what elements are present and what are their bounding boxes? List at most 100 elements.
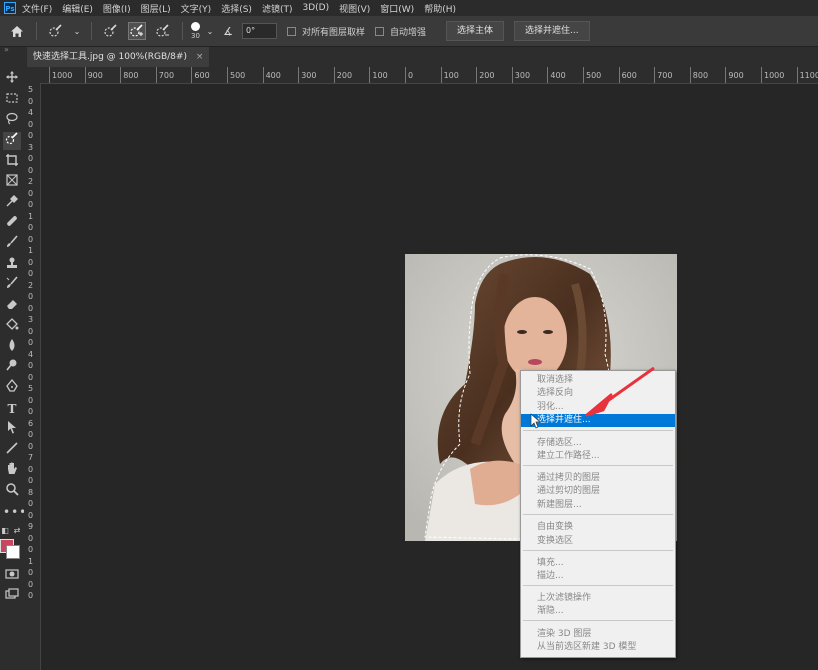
add-to-selection-icon[interactable] (128, 22, 146, 40)
sample-all-layers-checkbox[interactable]: 对所有图层取样 (287, 25, 365, 38)
ruler-tick-label: 0 (28, 131, 34, 140)
history-brush-icon[interactable] (3, 276, 21, 294)
more-tools-icon[interactable]: ••• (3, 503, 26, 521)
subtract-from-selection-icon[interactable] (154, 22, 172, 40)
menu-view[interactable]: 视图(V) (339, 2, 370, 15)
context-menu-item[interactable]: 渲染 3D 图层 (521, 628, 675, 641)
context-menu-item[interactable]: 取消选择 (521, 374, 675, 387)
ruler-tick-label: 600 (621, 71, 637, 80)
checkbox-box[interactable] (287, 26, 296, 36)
ruler-tick-label: 0 (28, 119, 34, 129)
brush-size-value: 30 (191, 32, 200, 40)
document-tab[interactable]: 快速选择工具.jpg @ 100%(RGB/8#) × (27, 47, 210, 67)
brush-tool-icon[interactable] (3, 235, 21, 253)
ruler-tick-label: 5 (28, 384, 34, 393)
blur-tool-icon[interactable] (3, 338, 21, 356)
collapse-panels-icon[interactable]: » (4, 45, 9, 54)
ruler-tick-label: 700 (657, 71, 673, 80)
context-menu-item[interactable]: 通过剪切的图层 (521, 485, 675, 498)
context-menu-item[interactable]: 建立工作路径... (521, 450, 675, 463)
healing-brush-icon[interactable] (3, 214, 21, 232)
ruler-tick-mark (689, 67, 691, 83)
select-and-mask-button[interactable]: 选择并遮住... (514, 21, 590, 41)
ruler-tick-label: 900 (87, 71, 103, 80)
clone-stamp-icon[interactable] (3, 256, 21, 274)
context-menu-item[interactable]: 上次滤镜操作 (521, 592, 675, 605)
menu-type[interactable]: 文字(Y) (181, 2, 212, 15)
menu-image[interactable]: 图像(I) (103, 2, 131, 15)
move-tool-icon[interactable] (3, 70, 21, 88)
ruler-tick-mark (155, 67, 157, 83)
ruler-tick-label: 1000 (764, 71, 785, 80)
vertical-ruler[interactable]: 5 0 4 0 0 3 0 0 2 0 0 1 0 0 1 0 0 2 0 0 3 0 0 4 0 0 5 0 0 6 0 0 7 0 0 8 0 0 9 0… (24, 83, 41, 670)
chevron-down-icon[interactable]: ⌄ (73, 22, 81, 40)
line-tool-icon[interactable] (3, 441, 21, 459)
eraser-tool-icon[interactable] (3, 297, 21, 315)
menu-file[interactable]: 文件(F) (22, 2, 52, 15)
path-selection-icon[interactable] (3, 420, 21, 438)
eyedropper-tool-icon[interactable] (3, 194, 21, 212)
ruler-tick-label: 600 (194, 71, 210, 80)
chevron-down-icon[interactable]: ⌄ (206, 22, 214, 40)
quick-selection-tool-icon[interactable] (3, 132, 21, 150)
document-tab-bar: » 快速选择工具.jpg @ 100%(RGB/8#) × (0, 45, 818, 67)
background-color-swatch[interactable] (6, 545, 20, 559)
frame-tool-icon[interactable] (3, 173, 21, 191)
paint-bucket-icon[interactable] (3, 317, 21, 335)
menu-layer[interactable]: 图层(L) (141, 2, 171, 15)
menu-edit[interactable]: 编辑(E) (62, 2, 93, 15)
tool-preset-picker-icon[interactable] (47, 22, 65, 40)
menu-help[interactable]: 帮助(H) (424, 2, 456, 15)
menu-separator (523, 465, 673, 466)
swap-colors-icon[interactable]: ⇄ (12, 522, 22, 540)
ruler-tick-mark (227, 67, 228, 83)
context-menu-item[interactable]: 变换选区 (521, 535, 675, 548)
auto-enhance-label: 自动增强 (390, 27, 427, 38)
select-subject-button[interactable]: 选择主体 (446, 21, 505, 41)
quick-mask-icon[interactable] (3, 567, 21, 585)
context-menu-item[interactable]: 填充... (521, 557, 675, 570)
zoom-tool-icon[interactable] (3, 482, 21, 500)
ruler-tick-label: 1000 (52, 71, 73, 80)
context-menu-item[interactable]: 选择并遮住... (521, 414, 675, 427)
document-tab-title: 快速选择工具.jpg @ 100%(RGB/8#) (33, 52, 187, 62)
checkbox-box[interactable] (375, 26, 385, 36)
context-menu-item[interactable]: 渐隐... (521, 605, 675, 618)
dodge-tool-icon[interactable] (3, 358, 21, 376)
marquee-tool-icon[interactable] (3, 91, 21, 109)
context-menu-item[interactable]: 选择反向 (521, 387, 675, 400)
pen-tool-icon[interactable] (3, 378, 21, 397)
context-menu-item[interactable]: 描边... (521, 570, 675, 583)
ruler-tick-label: 0 (28, 510, 34, 520)
angle-input[interactable]: 0° (242, 23, 277, 39)
home-icon[interactable] (8, 22, 26, 40)
context-menu-item[interactable]: 存储选区... (521, 437, 675, 450)
screen-mode-icon[interactable] (3, 587, 21, 605)
menu-select[interactable]: 选择(S) (221, 2, 252, 15)
ruler-tick-mark (583, 67, 584, 83)
close-icon[interactable]: × (196, 52, 204, 62)
context-menu-item[interactable]: 新建图层... (521, 499, 675, 512)
ruler-tick-label: 0 (28, 361, 34, 370)
ruler-tick-label: 0 (28, 223, 34, 232)
ruler-tick-label: 200 (336, 71, 353, 80)
default-colors-icon[interactable]: ◧ (0, 522, 10, 540)
hand-tool-icon[interactable] (3, 461, 21, 479)
context-menu-item[interactable]: 通过拷贝的图层 (521, 472, 675, 485)
horizontal-ruler[interactable]: 1000 900 800 700 600 500 400 300 200 100 0 100 200 30… (40, 67, 818, 84)
lasso-tool-icon[interactable] (3, 111, 21, 129)
menu-filter[interactable]: 滤镜(T) (262, 2, 293, 15)
crop-tool-icon[interactable] (3, 153, 21, 171)
context-menu-item[interactable]: 羽化... (521, 401, 675, 414)
new-selection-icon[interactable] (102, 22, 120, 40)
context-menu-item[interactable]: 自由变换 (521, 521, 675, 534)
menu-window[interactable]: 窗口(W) (380, 2, 414, 15)
auto-enhance-checkbox[interactable]: 自动增强 (375, 25, 426, 38)
type-tool-icon[interactable]: T (3, 400, 21, 418)
ruler-tick-label: 0 (28, 338, 34, 347)
menu-3d[interactable]: 3D(D) (302, 3, 329, 13)
context-menu-item[interactable]: 从当前选区新建 3D 模型 (521, 641, 675, 654)
ruler-tick-label: 500 (230, 71, 246, 80)
brush-size-picker[interactable]: 30 (191, 22, 200, 40)
ruler-tick-mark (405, 67, 406, 83)
